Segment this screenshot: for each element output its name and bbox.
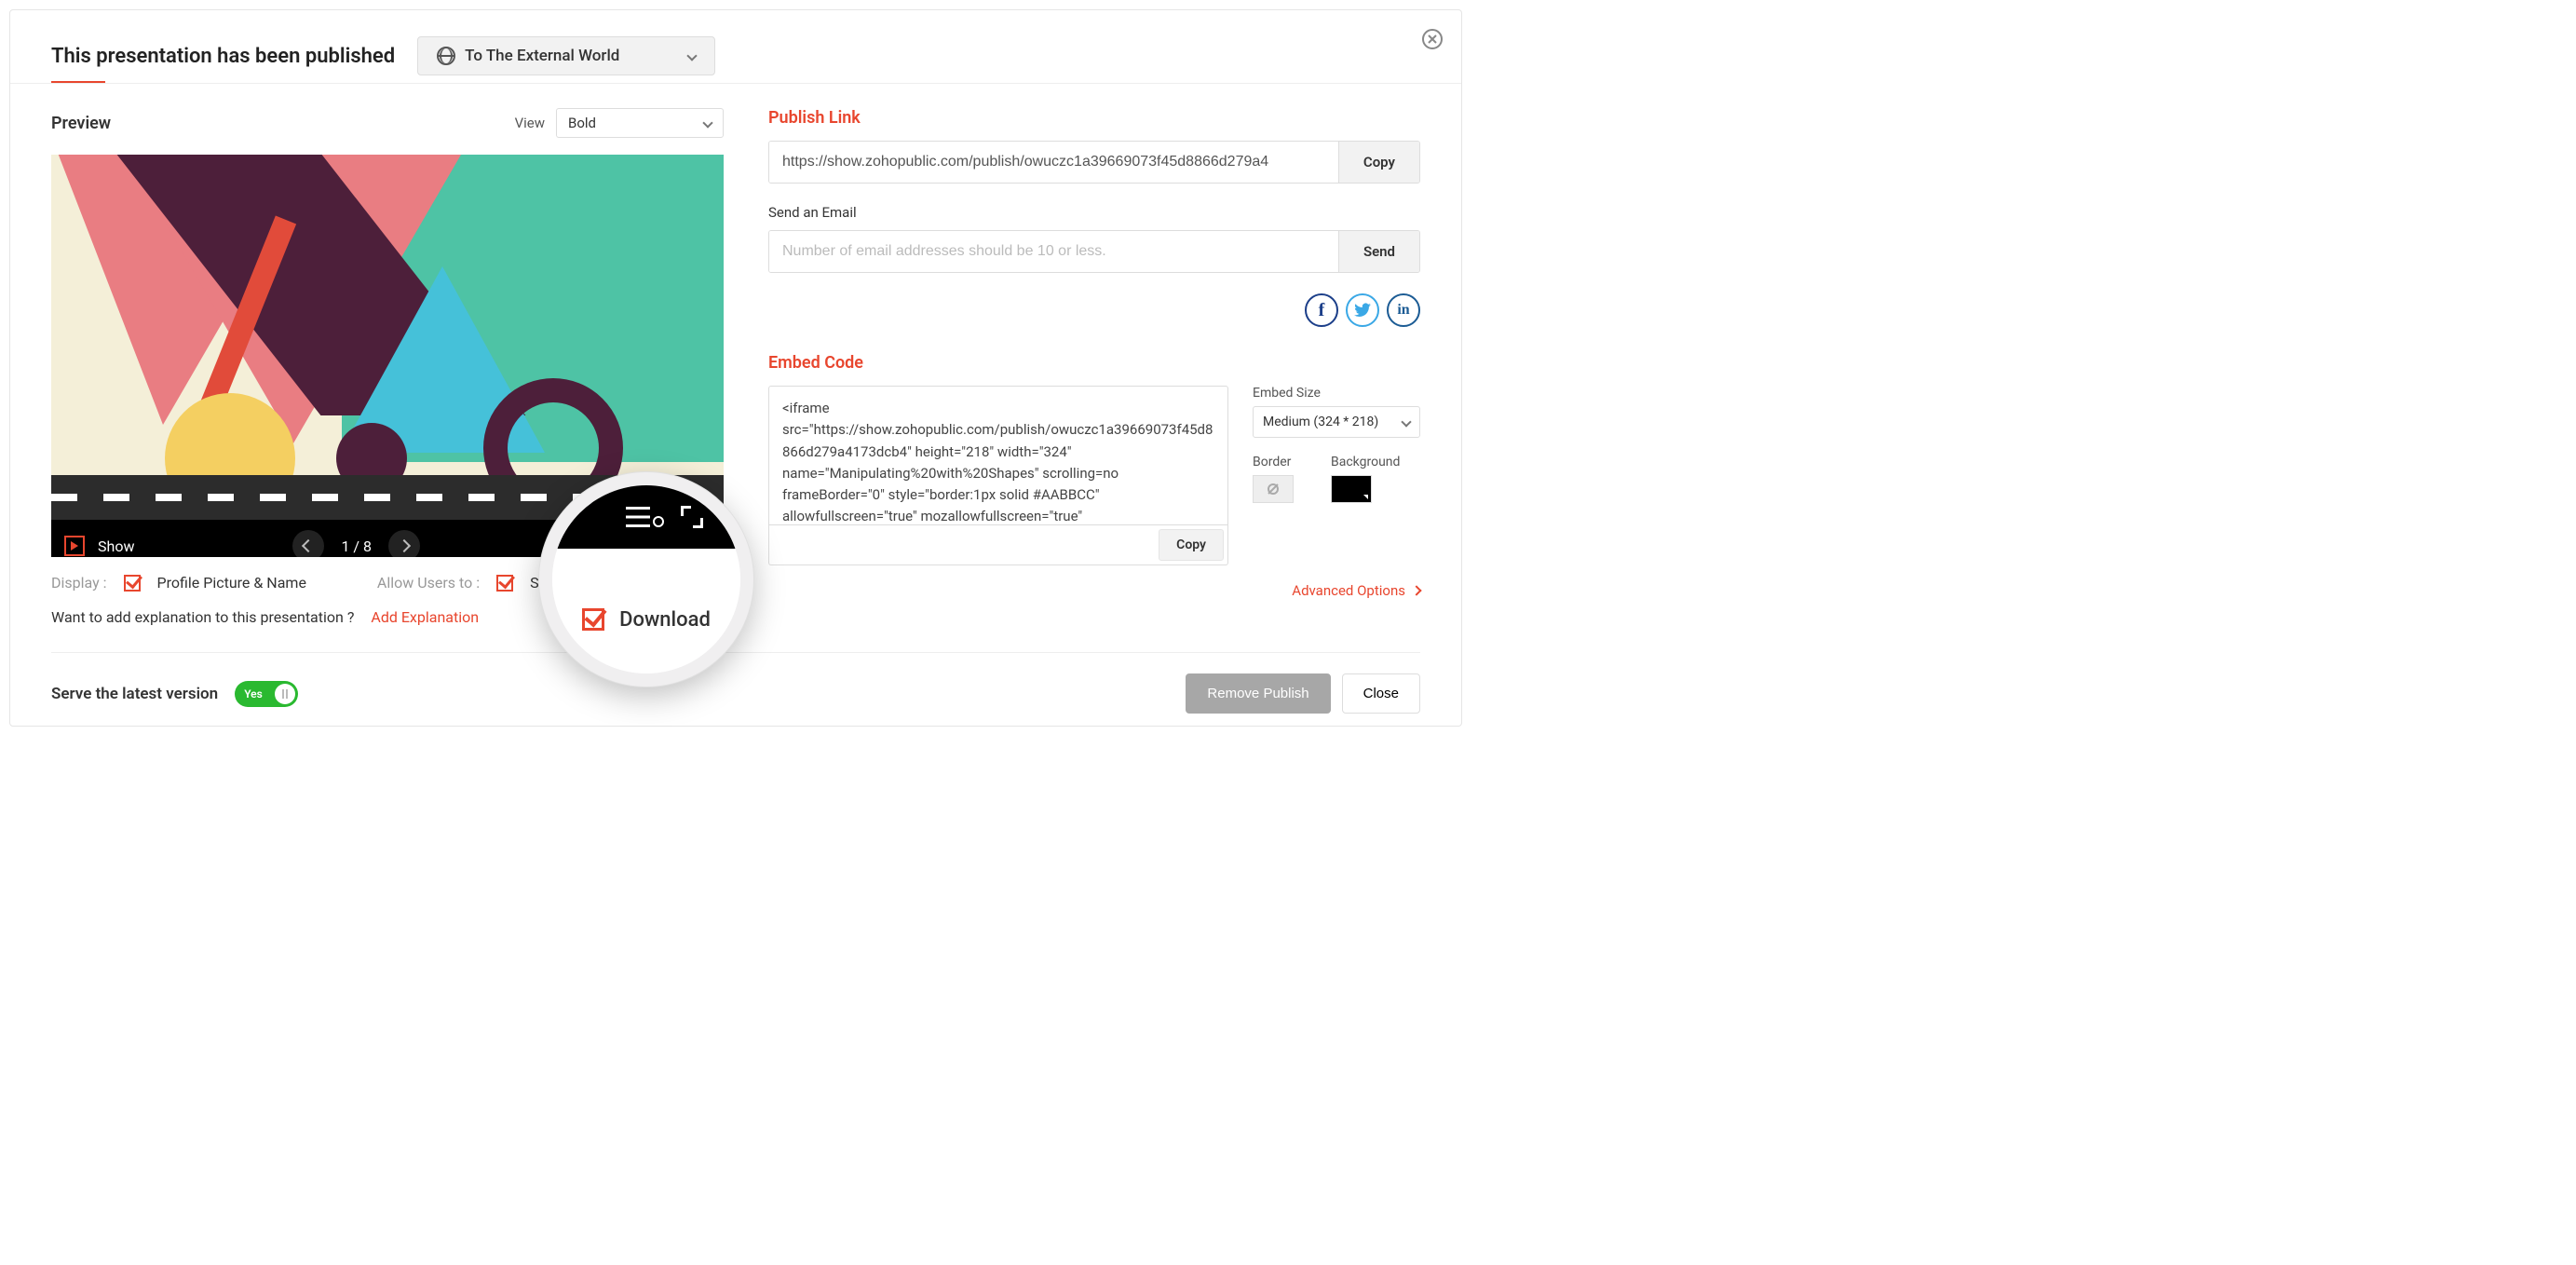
embed-row: <iframe src="https://show.zohopublic.com… xyxy=(768,386,1420,565)
modal-title: This presentation has been published xyxy=(51,45,395,68)
publish-column: Publish Link Copy Send an Email Send f i… xyxy=(768,108,1420,626)
send-email-button[interactable]: Send xyxy=(1338,231,1419,272)
embed-size-select[interactable]: Medium (324 * 218) xyxy=(1253,406,1420,438)
background-label: Background xyxy=(1331,455,1400,469)
next-slide-button[interactable] xyxy=(388,530,420,557)
visibility-value: To The External World xyxy=(465,47,619,65)
modal-footer: Serve the latest version Yes Remove Publ… xyxy=(51,673,1420,714)
magnifier-download-option[interactable]: Download xyxy=(552,549,740,673)
chevron-right-icon xyxy=(1411,585,1421,595)
publish-modal: This presentation has been published To … xyxy=(9,9,1462,727)
embed-code-heading: Embed Code xyxy=(768,353,1420,373)
toggle-text: Yes xyxy=(244,687,263,701)
view-label: View xyxy=(515,115,545,131)
slide-counter: 1 / 8 xyxy=(341,537,372,555)
globe-icon xyxy=(437,47,455,65)
allow-users-label: Allow Users to : xyxy=(377,574,480,592)
twitter-share-button[interactable] xyxy=(1346,293,1379,327)
chevron-down-icon xyxy=(702,117,712,128)
modal-header: This presentation has been published To … xyxy=(51,36,1420,75)
serve-latest-label: Serve the latest version xyxy=(51,685,218,703)
chevron-down-icon xyxy=(686,50,697,61)
close-icon[interactable] xyxy=(1422,29,1443,49)
display-label: Display : xyxy=(51,574,107,592)
view-style-value: Bold xyxy=(568,115,596,131)
publish-link-input[interactable] xyxy=(769,142,1338,183)
advanced-options-text: Advanced Options xyxy=(1292,582,1405,599)
magnifier-toolbar xyxy=(552,485,740,549)
divider xyxy=(10,83,1461,84)
embed-size-value: Medium (324 * 218) xyxy=(1263,415,1378,429)
facebook-share-button[interactable]: f xyxy=(1305,293,1338,327)
prev-slide-button[interactable] xyxy=(292,530,324,557)
preview-heading: Preview xyxy=(51,114,111,133)
view-style-select[interactable]: Bold xyxy=(556,108,724,138)
copy-link-button[interactable]: Copy xyxy=(1338,142,1419,183)
remove-publish-button[interactable]: Remove Publish xyxy=(1186,673,1330,714)
publish-link-heading: Publish Link xyxy=(768,108,1420,128)
slide-thumbnail xyxy=(51,155,724,520)
divider xyxy=(51,652,1420,653)
chevron-down-icon xyxy=(1401,416,1411,427)
send-email-label: Send an Email xyxy=(768,204,1420,221)
download-label: Download xyxy=(619,608,711,632)
fullscreen-icon[interactable] xyxy=(681,506,703,528)
linkedin-share-button[interactable]: in xyxy=(1387,293,1420,327)
border-label: Border xyxy=(1253,455,1294,469)
close-button[interactable]: Close xyxy=(1342,673,1420,714)
display-checkbox[interactable] xyxy=(124,575,141,592)
embed-code-textarea[interactable]: <iframe src="https://show.zohopublic.com… xyxy=(768,386,1228,525)
add-explanation-link[interactable]: Add Explanation xyxy=(371,608,479,626)
toggle-knob xyxy=(275,684,295,704)
embed-size-label: Embed Size xyxy=(1253,386,1420,401)
display-option-text: Profile Picture & Name xyxy=(157,574,306,592)
presenter-notes-icon[interactable] xyxy=(626,507,664,527)
explanation-prompt: Want to add explanation to this presenta… xyxy=(51,608,354,626)
social-share-row: f in xyxy=(768,293,1420,327)
visibility-dropdown[interactable]: To The External World xyxy=(417,36,715,75)
download-checkbox-icon xyxy=(582,608,604,631)
share-checkbox[interactable] xyxy=(496,575,513,592)
background-color-picker[interactable] xyxy=(1331,475,1372,503)
magnifier-overlay: Download xyxy=(539,472,753,687)
publish-link-row: Copy xyxy=(768,141,1420,184)
border-option[interactable] xyxy=(1253,475,1294,503)
play-icon[interactable] xyxy=(64,536,85,556)
advanced-options-link[interactable]: Advanced Options xyxy=(768,582,1420,599)
serve-latest-toggle[interactable]: Yes xyxy=(235,681,298,707)
email-row: Send xyxy=(768,230,1420,273)
email-input[interactable] xyxy=(769,231,1338,272)
copy-embed-button[interactable]: Copy xyxy=(1159,529,1224,561)
